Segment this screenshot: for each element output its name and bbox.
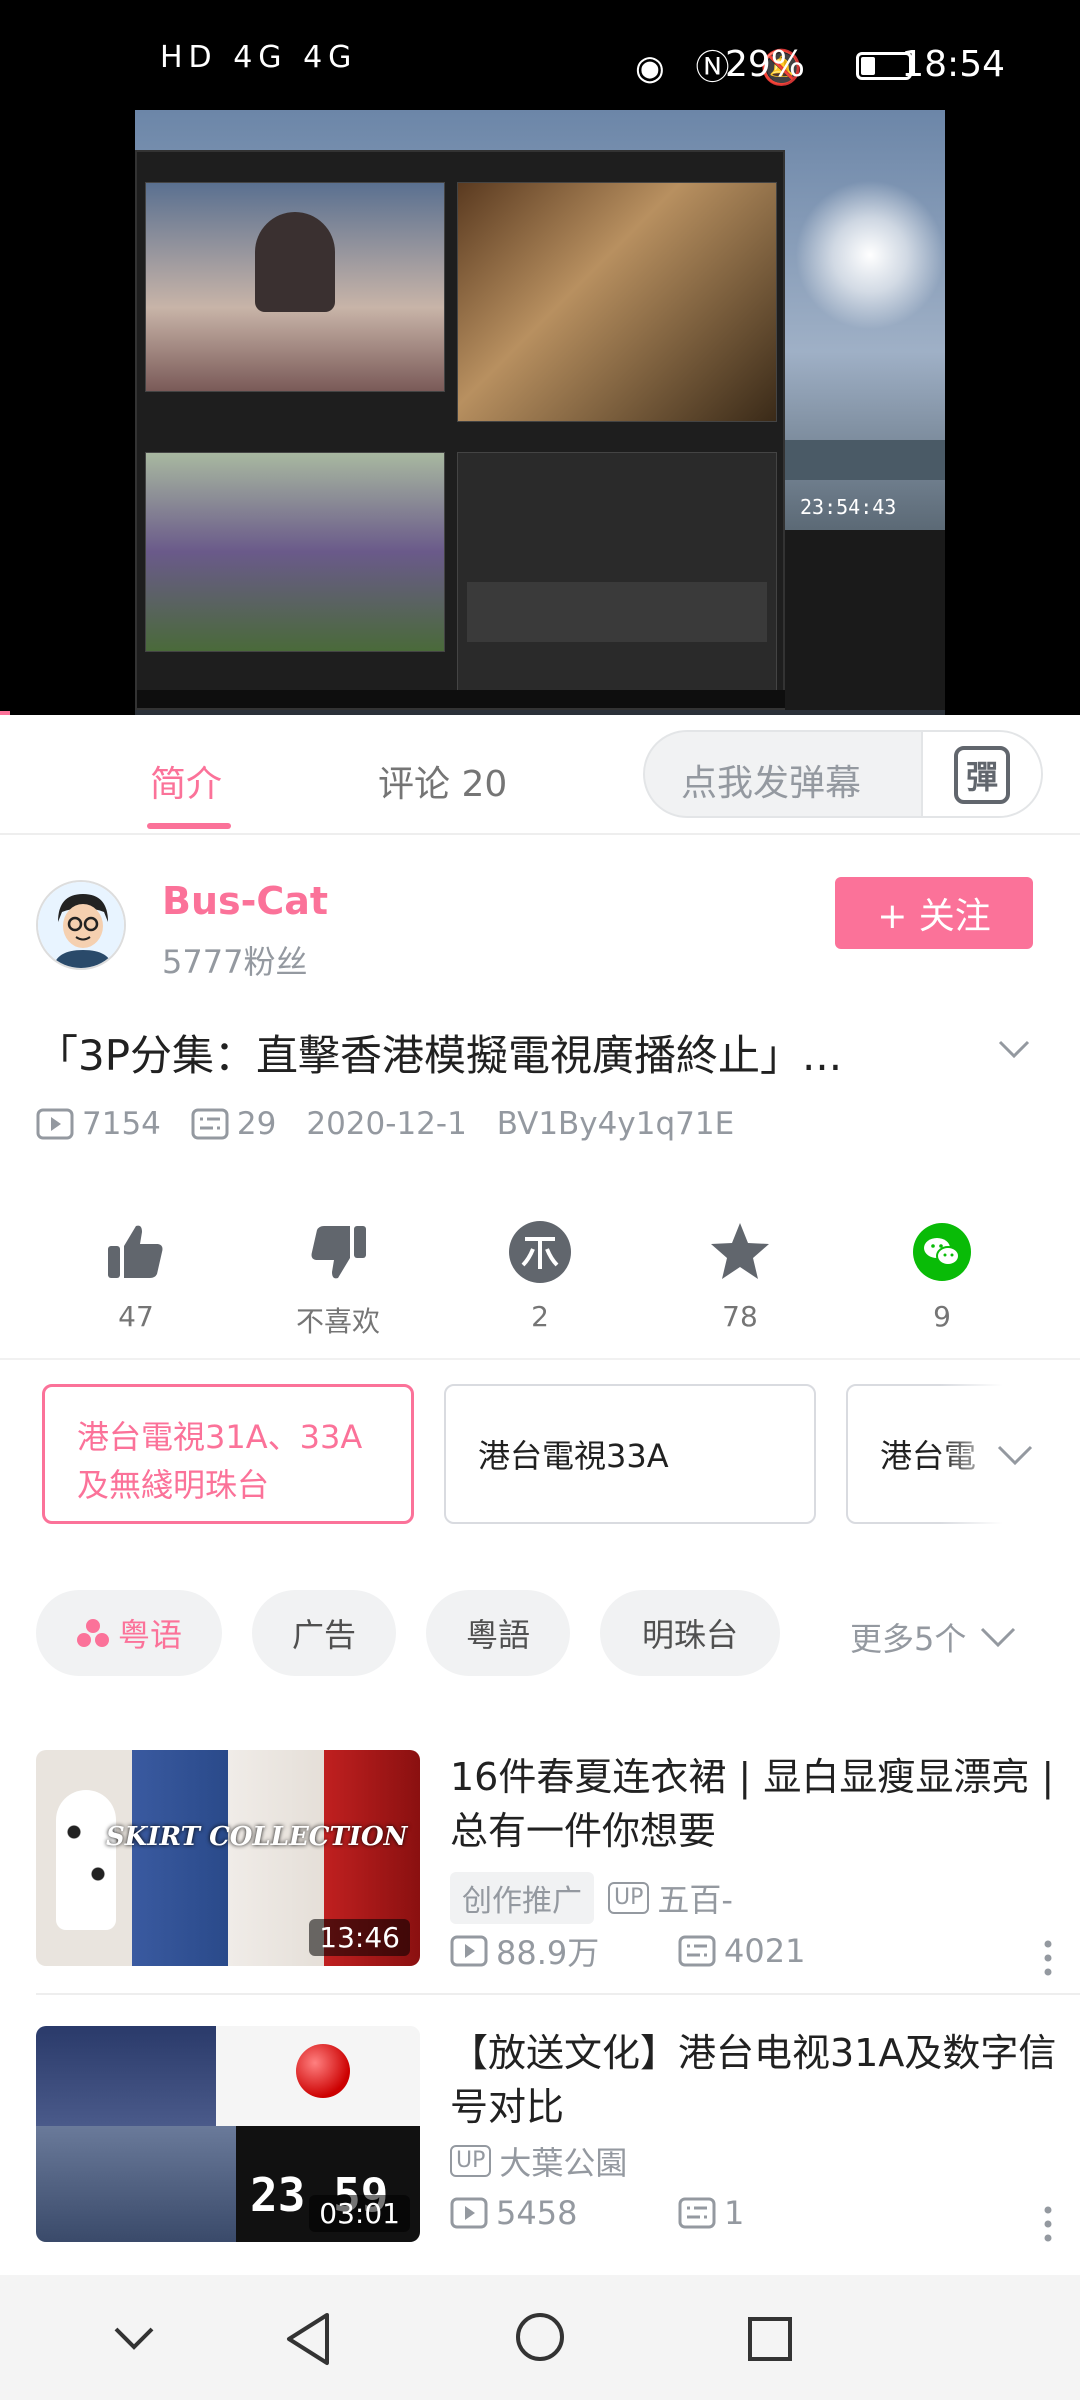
action-bar: 47 不喜欢 2 78 9 — [0, 1190, 1080, 1360]
bvid: BV1By4y1q71E — [496, 1106, 735, 1142]
play-count-icon — [36, 1108, 74, 1140]
up-icon: UP — [450, 2145, 492, 2177]
danmaku-toggle-button[interactable]: 彈 — [921, 732, 1041, 816]
danmaku-count: 4021 — [724, 1932, 806, 1970]
thumbs-down-icon — [311, 1226, 366, 1279]
episode-item[interactable]: 港台電視33A — [444, 1384, 816, 1524]
recommended-video[interactable]: 23 59 15 03:01 【放送文化】港台电视31A及数字信号对比 UP 大… — [36, 2026, 1080, 2266]
follow-button[interactable]: + 关注 — [835, 877, 1033, 949]
more-tags-button[interactable]: 更多5个 — [850, 1614, 1018, 1660]
recommended-video[interactable]: SKIRT COLLECTION 13:46 16件春夏连衣裙 | 显白显瘦显漂… — [36, 1750, 1080, 1990]
tab-indicator — [147, 823, 231, 829]
hide-keyboard-icon[interactable] — [112, 2323, 156, 2353]
thumbs-up-icon — [108, 1225, 163, 1278]
video-duration: 03:01 — [309, 2195, 410, 2232]
danmaku-placeholder: 点我发弹幕 — [681, 763, 862, 804]
danmaku-count-icon — [191, 1108, 229, 1140]
avatar[interactable] — [36, 880, 126, 970]
home-icon[interactable] — [514, 2311, 566, 2363]
author-row: Bus-Cat 5777粉丝 + 关注 — [0, 835, 1080, 1005]
favorite-button[interactable]: 78 — [660, 1212, 820, 1333]
video-title: 「3P分集：直擊香港模擬電視廣播終止」... — [36, 1031, 843, 1080]
video-thumbnail[interactable]: 23 59 15 03:01 — [36, 2026, 420, 2242]
dislike-button[interactable]: 不喜欢 — [258, 1212, 418, 1340]
view-count: 5458 — [496, 2194, 578, 2232]
more-options-icon[interactable] — [1044, 1940, 1052, 1976]
video-player[interactable]: 23:54:43 — [0, 110, 1080, 715]
favorite-count: 78 — [722, 1300, 758, 1333]
author-name[interactable]: Bus-Cat — [162, 879, 328, 923]
group-icon — [76, 1619, 109, 1647]
tag-item[interactable]: 明珠台 — [600, 1590, 780, 1676]
more-options-icon[interactable] — [1044, 2206, 1052, 2242]
danmaku-count: 1 — [724, 2194, 745, 2232]
danmaku-count-icon — [678, 1935, 716, 1967]
coin-icon — [509, 1221, 571, 1283]
danmaku-count-icon — [678, 2197, 716, 2229]
status-bar: HD 4G 4G ◉ Ⓝ 🔕 29% 18:54 — [0, 0, 1080, 110]
danmaku-icon: 彈 — [953, 746, 1010, 804]
share-count: 9 — [933, 1300, 951, 1333]
publish-date: 2020-12-1 — [306, 1106, 467, 1142]
video-title: 【放送文化】港台电视31A及数字信号对比 — [450, 2031, 1057, 2129]
video-meta: 7154 29 2020-12-1 BV1By4y1q71E — [36, 1106, 764, 1142]
share-button[interactable]: 9 — [862, 1212, 1022, 1333]
signal-icons: HD 4G 4G — [160, 40, 358, 75]
like-button[interactable]: 47 — [56, 1212, 216, 1333]
episode-selector: 港台電視31A、33A及無綫明珠台 港台電視33A 港台電 — [0, 1380, 1080, 1530]
tag-item[interactable]: 粵語 — [426, 1590, 570, 1676]
wechat-icon — [913, 1223, 971, 1281]
play-count-icon — [450, 1935, 488, 1967]
tag-item[interactable]: 广告 — [252, 1590, 396, 1676]
up-icon: UP — [608, 1882, 650, 1914]
video-frame: 23:54:43 — [135, 110, 945, 715]
system-nav-bar — [0, 2275, 1080, 2400]
chevron-down-icon[interactable] — [995, 1435, 1035, 1475]
like-count: 47 — [118, 1300, 154, 1333]
uploader-name: 五百- — [657, 1881, 733, 1919]
promo-badge: 创作推广 — [450, 1872, 594, 1924]
dislike-label: 不喜欢 — [295, 1305, 380, 1338]
tag-item[interactable]: 粤语 — [36, 1590, 222, 1676]
star-icon — [711, 1223, 769, 1279]
tab-comments[interactable]: 评论 20 — [378, 755, 507, 807]
tag-list: 粤语 广告 粵語 明珠台 更多5个 — [0, 1590, 1080, 1680]
back-icon[interactable] — [283, 2311, 333, 2367]
view-count: 88.9万 — [496, 1934, 600, 1972]
coin-count: 2 — [531, 1300, 549, 1333]
fan-count: 5777粉丝 — [162, 943, 308, 981]
chevron-down-icon — [981, 1627, 1016, 1648]
expand-chevron-icon[interactable] — [996, 1032, 1032, 1068]
video-screen-content — [135, 150, 787, 710]
uploader-name: 大葉公園 — [499, 2144, 628, 2182]
danmaku-input[interactable]: 点我发弹幕 彈 — [643, 730, 1043, 818]
danmaku-count: 29 — [236, 1106, 277, 1142]
battery-level: 29% — [724, 44, 805, 85]
recents-icon[interactable] — [746, 2315, 794, 2363]
tab-intro[interactable]: 简介 — [150, 755, 222, 807]
video-title: 16件春夏连衣裙 | 显白显瘦显漂亮 | 总有一件你想要 — [450, 1755, 1055, 1853]
play-count-icon — [450, 2197, 488, 2229]
episode-item[interactable]: 港台電視31A、33A及無綫明珠台 — [42, 1384, 414, 1524]
thumbnail-text: SKIRT COLLECTION — [106, 1822, 408, 1852]
video-duration: 13:46 — [309, 1919, 410, 1956]
view-count: 7154 — [82, 1106, 161, 1142]
clock: 18:54 — [901, 44, 1005, 85]
video-thumbnail[interactable]: SKIRT COLLECTION 13:46 — [36, 1750, 420, 1966]
coin-button[interactable]: 2 — [460, 1212, 620, 1333]
overlay-clock: 23:54:43 — [800, 495, 897, 519]
